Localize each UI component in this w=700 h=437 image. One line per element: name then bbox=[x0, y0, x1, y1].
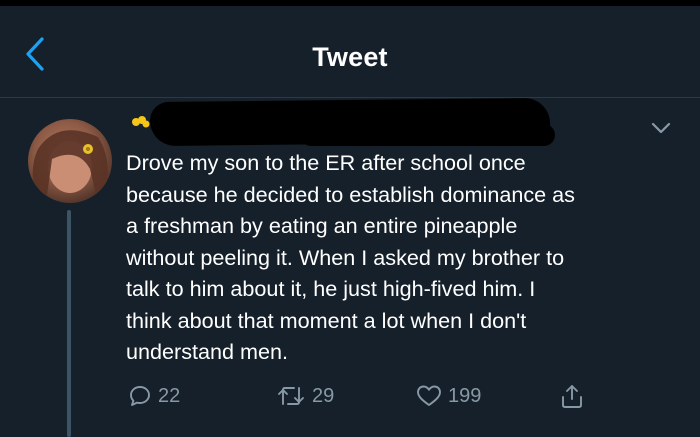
redacted-handle bbox=[300, 124, 555, 146]
like-button[interactable]: 199 bbox=[416, 374, 481, 418]
chevron-down-icon bbox=[650, 121, 672, 140]
page-title: Tweet bbox=[312, 42, 388, 72]
tweet-menu-button[interactable] bbox=[646, 118, 676, 142]
header-bar: Tweet bbox=[0, 6, 700, 98]
tweet-actions: 22 29 199 bbox=[0, 374, 700, 418]
speech-bubble-icon bbox=[128, 384, 152, 408]
reply-button[interactable]: 22 bbox=[128, 374, 180, 418]
retweet-icon bbox=[276, 384, 306, 408]
tweet-text: Drove my son to the ER after school once… bbox=[126, 150, 575, 364]
heart-icon bbox=[416, 384, 442, 408]
share-icon bbox=[560, 383, 584, 409]
like-count: 199 bbox=[448, 384, 482, 407]
tweet-page: Tweet Drove my son to the ER after schoo… bbox=[0, 0, 700, 437]
avatar[interactable] bbox=[28, 119, 112, 203]
retweet-count: 29 bbox=[312, 384, 335, 407]
emoji-icon bbox=[130, 115, 152, 129]
reply-count: 22 bbox=[158, 384, 181, 407]
share-button[interactable] bbox=[560, 374, 584, 418]
retweet-button[interactable]: 29 bbox=[276, 374, 334, 418]
